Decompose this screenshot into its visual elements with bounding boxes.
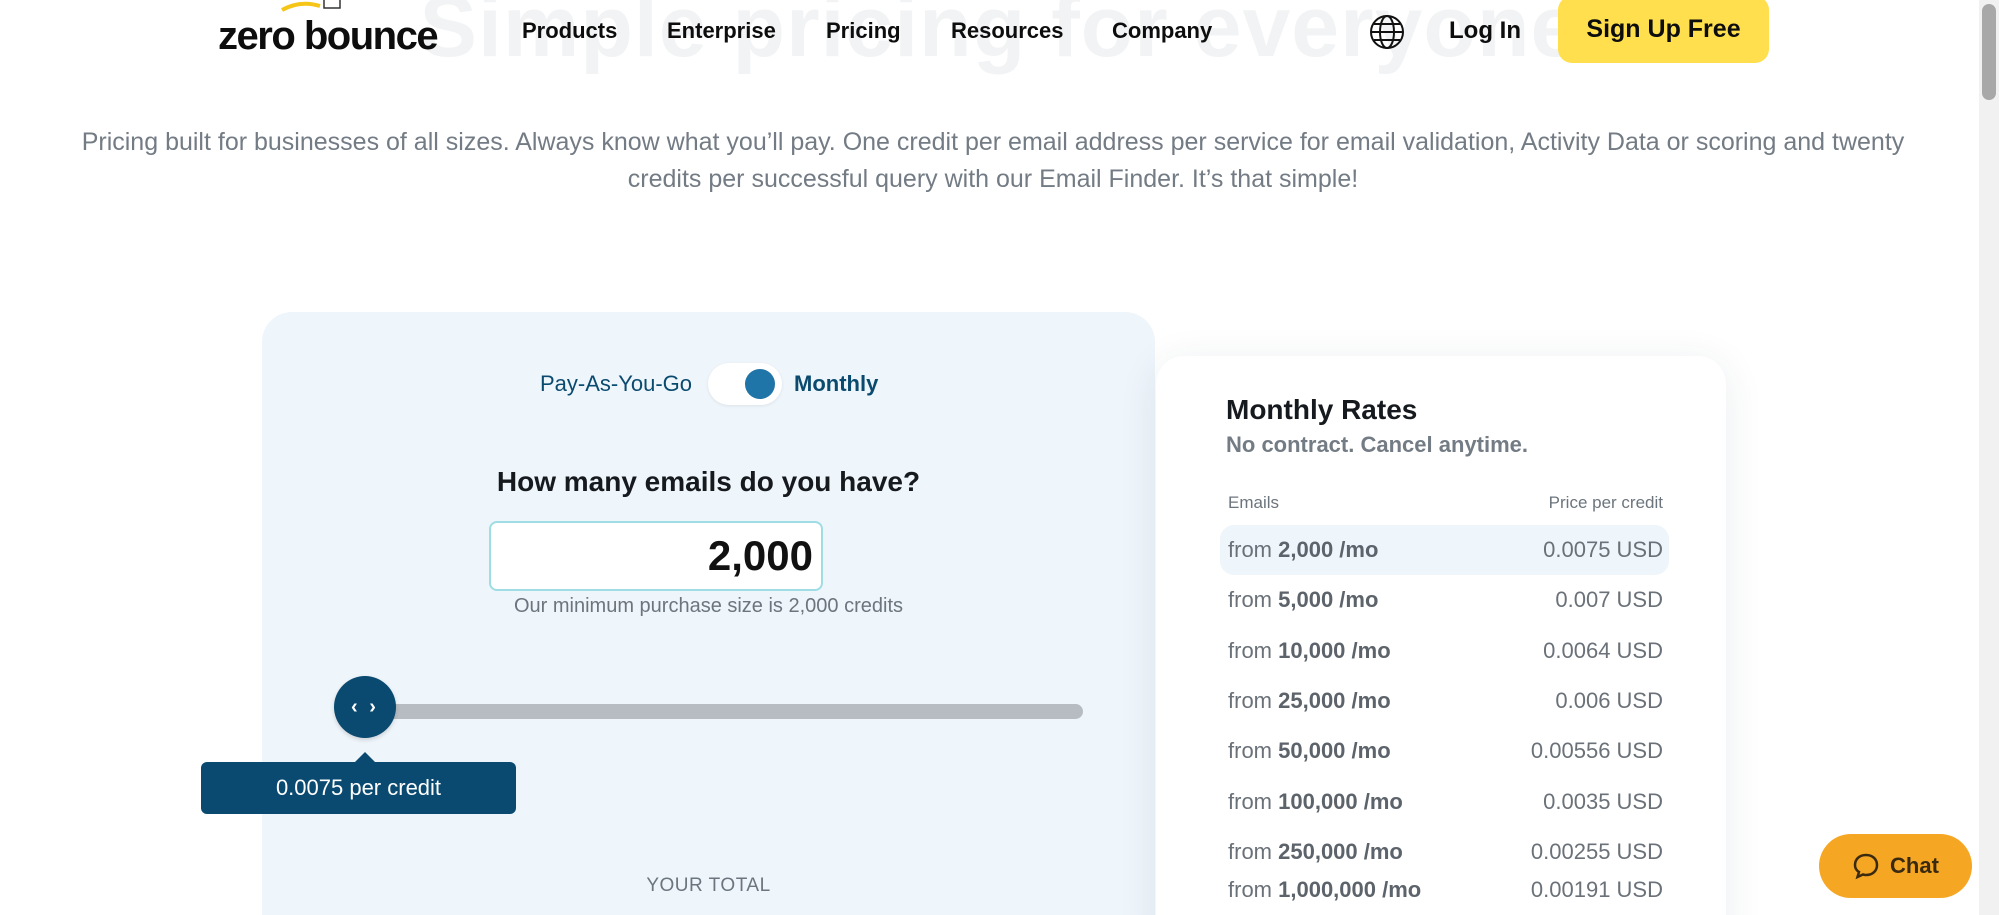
nav-resources[interactable]: Resources <box>951 18 1064 44</box>
rate-price: 0.00556 USD <box>1530 738 1663 763</box>
rate-prefix: from <box>1228 877 1272 902</box>
rate-emails: 5,000 /mo <box>1278 587 1379 612</box>
chat-label: Chat <box>1890 853 1939 878</box>
page-scrollbar[interactable] <box>1979 0 1999 915</box>
nav-pricing[interactable]: Pricing <box>826 18 901 44</box>
rate-prefix: from <box>1228 738 1272 763</box>
rate-row: from 1,000,000 /mo 0.00191 USD <box>1220 865 1669 915</box>
column-price: Price per credit <box>1548 493 1663 512</box>
globe-icon[interactable] <box>1368 13 1406 51</box>
pay-as-you-go-option[interactable]: Pay-As-You-Go <box>540 371 692 397</box>
rate-price: 0.006 USD <box>1555 688 1663 713</box>
your-total-label: YOUR TOTAL <box>646 875 771 896</box>
rate-emails: 100,000 /mo <box>1278 789 1403 814</box>
zerobounce-logo[interactable]: zero bounce <box>218 0 442 64</box>
rate-prefix: from <box>1228 587 1272 612</box>
rate-emails: 250,000 /mo <box>1278 839 1403 864</box>
rate-emails: 1,000,000 /mo <box>1278 877 1422 902</box>
rates-table-header: Emails Price per credit <box>1228 493 1663 513</box>
rate-price: 0.0035 USD <box>1543 789 1663 814</box>
rate-prefix: from <box>1228 789 1272 814</box>
nav-products[interactable]: Products <box>522 18 617 44</box>
rates-title: Monthly Rates <box>1226 394 1418 425</box>
monthly-option[interactable]: Monthly <box>794 371 878 397</box>
credits-slider-track[interactable] <box>366 704 1083 719</box>
logo-mark-icon <box>281 0 341 12</box>
rate-price: 0.0064 USD <box>1543 638 1663 663</box>
rate-emails: 2,000 /mo <box>1278 537 1379 562</box>
rates-subtitle: No contract. Cancel anytime. <box>1226 432 1528 457</box>
price-per-credit-tooltip: 0.0075 per credit <box>201 762 516 814</box>
rate-row: from 10,000 /mo 0.0064 USD <box>1220 626 1669 676</box>
pricing-description: Pricing built for businesses of all size… <box>81 128 1905 193</box>
nav-company[interactable]: Company <box>1112 18 1212 44</box>
rate-price: 0.007 USD <box>1555 587 1663 612</box>
scrollbar-thumb[interactable] <box>1982 4 1996 100</box>
rate-emails: 10,000 /mo <box>1278 638 1391 663</box>
rate-row: from 25,000 /mo 0.006 USD <box>1220 676 1669 726</box>
rate-price: 0.00191 USD <box>1530 877 1663 902</box>
chat-bubble-icon <box>1853 853 1879 880</box>
slider-handle[interactable]: ‹ › <box>334 676 396 738</box>
chat-button[interactable]: Chat <box>1819 834 1972 898</box>
slider-arrows-icon: ‹ › <box>351 695 379 718</box>
rate-row: from 50,000 /mo 0.00556 USD <box>1220 726 1669 776</box>
rate-emails: 50,000 /mo <box>1278 738 1391 763</box>
emails-question: How many emails do you have? <box>496 466 921 497</box>
rate-price: 0.00255 USD <box>1530 839 1663 864</box>
rate-emails: 25,000 /mo <box>1278 688 1391 713</box>
billing-toggle-switch[interactable] <box>708 363 782 405</box>
signup-button[interactable]: Sign Up Free <box>1558 0 1769 63</box>
rate-prefix: from <box>1228 638 1272 663</box>
rate-price: 0.0075 USD <box>1543 537 1663 562</box>
site-header: zero bounce Products Enterprise Pricing … <box>0 0 1999 70</box>
email-count-input[interactable] <box>489 521 823 591</box>
rate-prefix: from <box>1228 839 1272 864</box>
rate-row: from 5,000 /mo 0.007 USD <box>1220 575 1669 625</box>
rate-row: from 2,000 /mo 0.0075 USD <box>1220 525 1669 575</box>
login-link[interactable]: Log In <box>1449 17 1521 45</box>
nav-enterprise[interactable]: Enterprise <box>667 18 776 44</box>
rate-prefix: from <box>1228 688 1272 713</box>
toggle-knob <box>745 369 775 399</box>
rate-row: from 100,000 /mo 0.0035 USD <box>1220 777 1669 827</box>
logo-wordmark: zero bounce <box>218 14 439 58</box>
rate-prefix: from <box>1228 537 1272 562</box>
minimum-purchase-note: Our minimum purchase size is 2,000 credi… <box>513 595 904 617</box>
column-emails: Emails <box>1228 493 1280 512</box>
